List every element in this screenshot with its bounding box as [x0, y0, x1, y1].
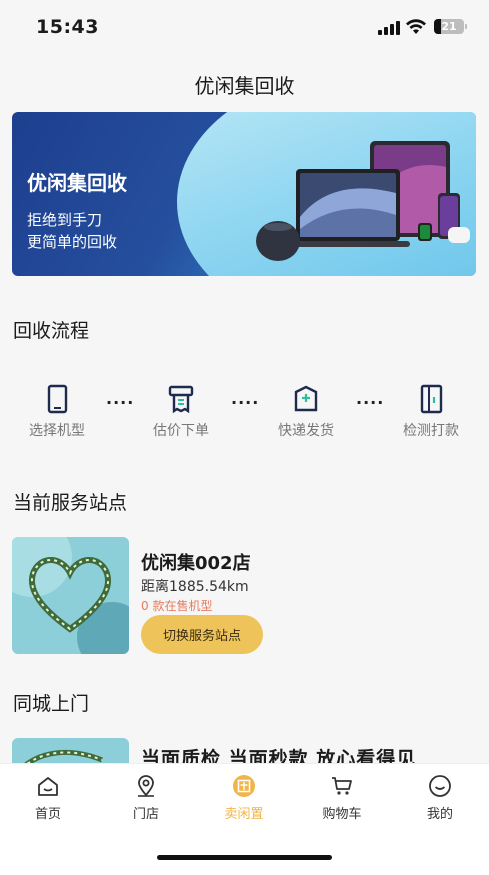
- battery-cap: [465, 24, 467, 29]
- status-bar: 15:43 21: [0, 0, 489, 56]
- step-separator: ····: [106, 393, 135, 412]
- switch-station-button[interactable]: 切换服务站点: [141, 615, 263, 654]
- sell-idle-icon: [233, 775, 255, 797]
- step-label: 估价下单: [153, 423, 209, 439]
- page-title: 优闲集回收: [194, 74, 295, 98]
- tab-home[interactable]: 首页: [13, 764, 83, 822]
- step-separator: ····: [231, 393, 260, 412]
- signal-icon: [378, 21, 400, 35]
- battery-icon: 21: [434, 19, 464, 34]
- battery-level: 21: [441, 20, 457, 33]
- home-indicator[interactable]: [157, 855, 332, 860]
- location-pin-icon: [138, 775, 154, 797]
- store-distance: 距离1885.54km: [141, 579, 249, 595]
- station-section-title: 当前服务站点: [13, 492, 128, 514]
- package-icon: [294, 385, 318, 412]
- step-quote-order: 估价下单: [136, 376, 226, 440]
- tab-profile[interactable]: 我的: [405, 764, 475, 822]
- phone-icon: [47, 384, 68, 414]
- banner-subtitle-1: 拒绝到手刀: [27, 211, 103, 229]
- process-steps: 选择机型 ···· 估价下单 ···· 快递发货 ···· 检测打款: [12, 376, 476, 446]
- status-time: 15:43: [36, 16, 99, 38]
- promo-banner[interactable]: 优闲集回收 拒绝到手刀 更简单的回收: [12, 112, 476, 276]
- step-label: 快递发货: [278, 423, 334, 439]
- tab-label: 首页: [34, 807, 61, 822]
- wifi-icon: [406, 19, 426, 34]
- tab-stores[interactable]: 门店: [111, 764, 181, 822]
- home-icon: [38, 777, 58, 796]
- profile-icon: [429, 775, 451, 797]
- inspection-icon: [420, 384, 443, 414]
- step-label: 选择机型: [29, 423, 85, 439]
- tab-label: 购物车: [322, 807, 362, 822]
- cart-icon: [332, 777, 352, 795]
- store-image[interactable]: [12, 537, 129, 654]
- receipt-icon: [168, 385, 194, 414]
- tab-sell-idle[interactable]: 卖闲置: [209, 764, 279, 822]
- banner-subtitle-2: 更简单的回收: [27, 233, 118, 251]
- step-inspect-pay: 检测打款: [386, 376, 476, 440]
- tab-label: 门店: [132, 807, 159, 822]
- banner-title: 优闲集回收: [27, 171, 127, 195]
- store-name: 优闲集002店: [141, 553, 251, 574]
- apple-devices-image: [256, 141, 470, 261]
- store-stock-count: 0 款在售机型: [141, 599, 213, 613]
- process-section-title: 回收流程: [13, 320, 90, 342]
- heart-island-image: [12, 537, 129, 654]
- step-label: 检测打款: [403, 423, 459, 439]
- city-service-section-title: 同城上门: [13, 693, 90, 715]
- tab-label: 我的: [426, 807, 453, 822]
- tab-cart[interactable]: 购物车: [307, 764, 377, 822]
- step-express-ship: 快递发货: [261, 376, 351, 440]
- step-select-model: 选择机型: [12, 376, 102, 440]
- step-separator: ····: [356, 393, 385, 412]
- tab-label: 卖闲置: [224, 807, 264, 822]
